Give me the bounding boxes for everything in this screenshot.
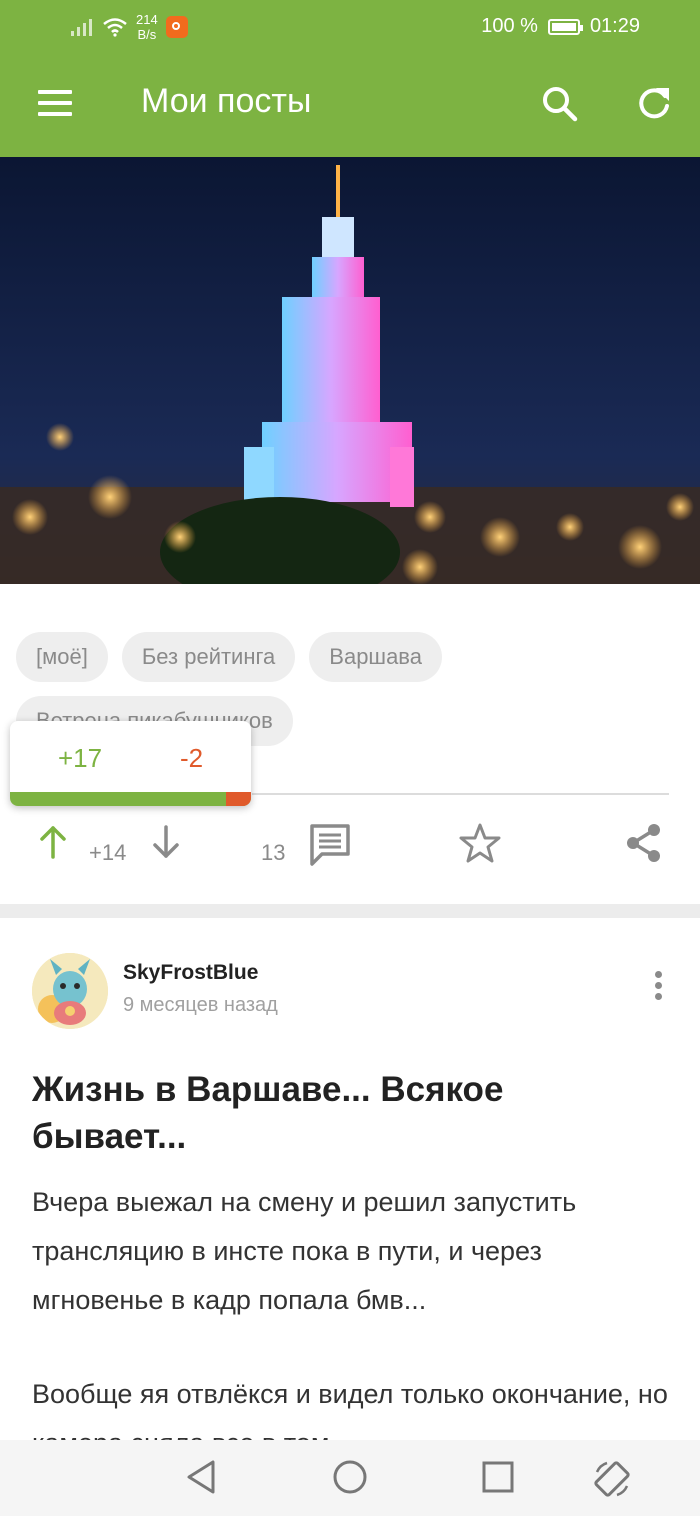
app-bar: 214 B/s 100 % 01:29 Мои посты [0, 0, 700, 157]
status-bar: 214 B/s 100 % 01:29 [0, 0, 700, 56]
rating-ratio-negative [225, 792, 251, 806]
post-time: 9 месяцев назад [123, 994, 278, 1016]
network-speed: 214 B/s [136, 12, 158, 42]
status-right: 100 % 01:29 [481, 15, 640, 38]
system-nav-bar [0, 1440, 700, 1516]
search-icon[interactable] [540, 84, 580, 124]
page-title: Мои посты [141, 82, 312, 120]
star-icon[interactable] [459, 822, 501, 864]
back-icon[interactable] [184, 1458, 218, 1496]
tag[interactable]: Варшава [309, 632, 442, 682]
comments-count: 13 [261, 840, 286, 865]
network-speed-value: 214 [136, 12, 158, 27]
post-card: [моё]Без рейтингаВаршаваВетрена пикабушн… [0, 584, 700, 904]
signal-icon [71, 19, 92, 36]
avatar-image [32, 953, 108, 1029]
rating-minus-count: -2 [180, 743, 204, 773]
rating-value: +14 [89, 840, 127, 865]
downvote-icon[interactable] [151, 824, 181, 860]
clock: 01:29 [589, 15, 640, 37]
tag[interactable]: [моё] [16, 632, 108, 682]
rating-popup: +17 -2 [10, 721, 251, 806]
palace-photo [0, 157, 700, 584]
recents-icon[interactable] [481, 1458, 515, 1496]
menu-icon[interactable] [38, 90, 72, 116]
rating-ratio-bar [10, 792, 251, 806]
app-notification-icon [165, 16, 188, 38]
wifi-icon [103, 18, 127, 37]
divider [252, 793, 669, 795]
author-name[interactable]: SkyFrostBlue [123, 961, 258, 985]
post-card: SkyFrostBlue 9 месяцев назад Жизнь в Вар… [0, 918, 700, 1516]
avatar[interactable] [32, 953, 108, 1029]
status-left: 214 B/s [70, 12, 188, 42]
rotate-icon[interactable] [591, 1458, 633, 1500]
network-speed-unit: B/s [137, 27, 157, 42]
post-actions: +14 13 [0, 822, 700, 884]
post-image[interactable] [0, 157, 700, 584]
refresh-icon[interactable] [634, 84, 674, 124]
battery-percent: 100 % [481, 15, 538, 37]
comments-icon[interactable] [308, 822, 352, 866]
rating-plus-count: +17 [58, 743, 103, 773]
post-paragraph: Вчера выежал на смену и решил запустить … [32, 1187, 577, 1315]
battery-icon [547, 18, 583, 35]
share-icon[interactable] [624, 822, 664, 864]
home-icon[interactable] [332, 1458, 368, 1496]
upvote-icon[interactable] [38, 824, 68, 860]
tag[interactable]: Без рейтинга [121, 632, 296, 682]
post-title[interactable]: Жизнь в Варшаве... Всякое бывает... [32, 1066, 652, 1160]
more-options-icon[interactable] [655, 971, 663, 1004]
